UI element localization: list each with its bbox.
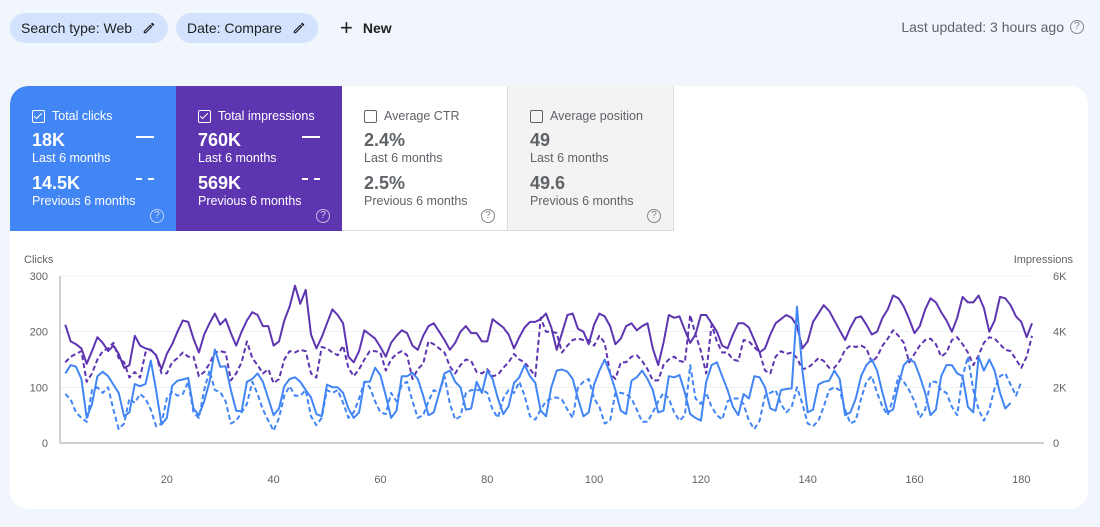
y2-tick-label: 6K bbox=[1053, 271, 1067, 283]
metric-current-value: 2.4% bbox=[364, 130, 406, 150]
filter-bar: Search type: Web Date: Compare + New bbox=[10, 12, 402, 44]
metric-previous-value: 49.6 bbox=[530, 173, 566, 193]
metric-current-label: Last 6 months bbox=[32, 151, 111, 165]
y-tick-label: 200 bbox=[30, 327, 48, 339]
y2-tick-label: 4K bbox=[1053, 327, 1067, 339]
new-filter-button[interactable]: + New bbox=[326, 13, 402, 43]
metric-total-impressions[interactable]: Total impressions 760K Last 6 months 569… bbox=[176, 86, 342, 231]
metric-tabs: Total clicks 18K Last 6 months 14.5K Pre… bbox=[10, 86, 674, 231]
x-tick-label: 140 bbox=[799, 474, 817, 486]
plus-icon: + bbox=[339, 15, 353, 40]
metric-current-label: Last 6 months bbox=[364, 151, 443, 165]
search-type-chip[interactable]: Search type: Web bbox=[10, 13, 169, 43]
y-tick-label: 0 bbox=[42, 438, 48, 450]
help-icon[interactable]: ? bbox=[647, 209, 661, 223]
x-tick-label: 180 bbox=[1012, 474, 1030, 486]
checkbox-checked-icon[interactable] bbox=[198, 109, 211, 123]
metric-current-label: Last 6 months bbox=[198, 151, 277, 165]
date-chip[interactable]: Date: Compare bbox=[176, 13, 318, 43]
x-tick-label: 160 bbox=[905, 474, 923, 486]
series-line-total-clicks-previous-6-months bbox=[64, 355, 1023, 432]
legend-solid-line-icon bbox=[302, 136, 320, 138]
checkbox-checked-icon[interactable] bbox=[32, 109, 45, 123]
y-tick-label: 100 bbox=[30, 382, 48, 394]
x-tick-label: 100 bbox=[585, 474, 603, 486]
date-label: Date: Compare bbox=[187, 20, 282, 36]
series-lines bbox=[64, 284, 1033, 432]
legend-solid-line-icon bbox=[136, 136, 154, 138]
axes bbox=[59, 276, 1044, 444]
metric-previous-label: Previous 6 months bbox=[32, 194, 136, 208]
new-label: New bbox=[362, 20, 392, 36]
metric-title: Average CTR bbox=[384, 109, 460, 123]
metric-title: Average position bbox=[550, 109, 643, 123]
x-tick-label: 80 bbox=[481, 474, 493, 486]
help-icon[interactable]: ? bbox=[1070, 20, 1084, 34]
metric-previous-value: 2.5% bbox=[364, 173, 406, 193]
legend-dashed-line-icon bbox=[302, 178, 320, 180]
metric-previous-label: Previous 6 months bbox=[198, 194, 302, 208]
last-updated-text: Last updated: 3 hours ago bbox=[901, 19, 1064, 35]
x-tick-label: 40 bbox=[268, 474, 280, 486]
metric-current-label: Last 6 months bbox=[530, 151, 609, 165]
last-updated: Last updated: 3 hours ago ? bbox=[901, 19, 1084, 35]
metric-title: Total clicks bbox=[52, 109, 113, 123]
series-line-total-clicks-last-6-months bbox=[64, 305, 1012, 426]
x-tick-label: 60 bbox=[374, 474, 386, 486]
y-tick-label: 300 bbox=[30, 271, 48, 283]
metric-previous-label: Previous 6 months bbox=[530, 194, 634, 208]
performance-chart: 0 100 200 300 0 2K 4K 6K 20 40 60 80 100 120 140 160 180… bbox=[10, 231, 1088, 509]
y-axis-label: Clicks bbox=[24, 254, 54, 266]
help-icon[interactable]: ? bbox=[481, 209, 495, 223]
metric-title: Total impressions bbox=[218, 109, 315, 123]
help-icon[interactable]: ? bbox=[316, 209, 330, 223]
x-tick-label: 20 bbox=[161, 474, 173, 486]
metric-current-value: 18K bbox=[32, 130, 66, 150]
x-tick-label: 120 bbox=[692, 474, 710, 486]
metric-total-clicks[interactable]: Total clicks 18K Last 6 months 14.5K Pre… bbox=[10, 86, 176, 231]
series-line-total-impressions-last-6-months bbox=[64, 284, 1033, 371]
y2-tick-label: 0 bbox=[1053, 438, 1059, 450]
checkbox-unchecked-icon[interactable] bbox=[530, 109, 543, 123]
metric-previous-value: 14.5K bbox=[32, 173, 81, 193]
y2-axis-label: Impressions bbox=[1014, 254, 1074, 266]
metric-previous-value: 569K bbox=[198, 173, 242, 193]
metric-current-value: 49 bbox=[530, 130, 551, 150]
metric-previous-label: Previous 6 months bbox=[364, 194, 468, 208]
legend-dashed-line-icon bbox=[136, 178, 154, 180]
performance-card: Total clicks 18K Last 6 months 14.5K Pre… bbox=[10, 86, 1088, 509]
search-type-label: Search type: Web bbox=[21, 20, 133, 36]
y2-tick-label: 2K bbox=[1053, 382, 1067, 394]
metric-current-value: 760K bbox=[198, 130, 242, 150]
checkbox-unchecked-icon[interactable] bbox=[364, 109, 377, 123]
metric-average-ctr[interactable]: Average CTR 2.4% Last 6 months 2.5% Prev… bbox=[342, 86, 508, 231]
line-chart[interactable]: 0 100 200 300 0 2K 4K 6K 20 40 60 80 100 120 140 160 180… bbox=[10, 231, 1088, 509]
pencil-icon bbox=[293, 22, 305, 34]
help-icon[interactable]: ? bbox=[150, 209, 164, 223]
metric-average-position[interactable]: Average position 49 Last 6 months 49.6 P… bbox=[508, 86, 674, 231]
pencil-icon bbox=[143, 22, 155, 34]
